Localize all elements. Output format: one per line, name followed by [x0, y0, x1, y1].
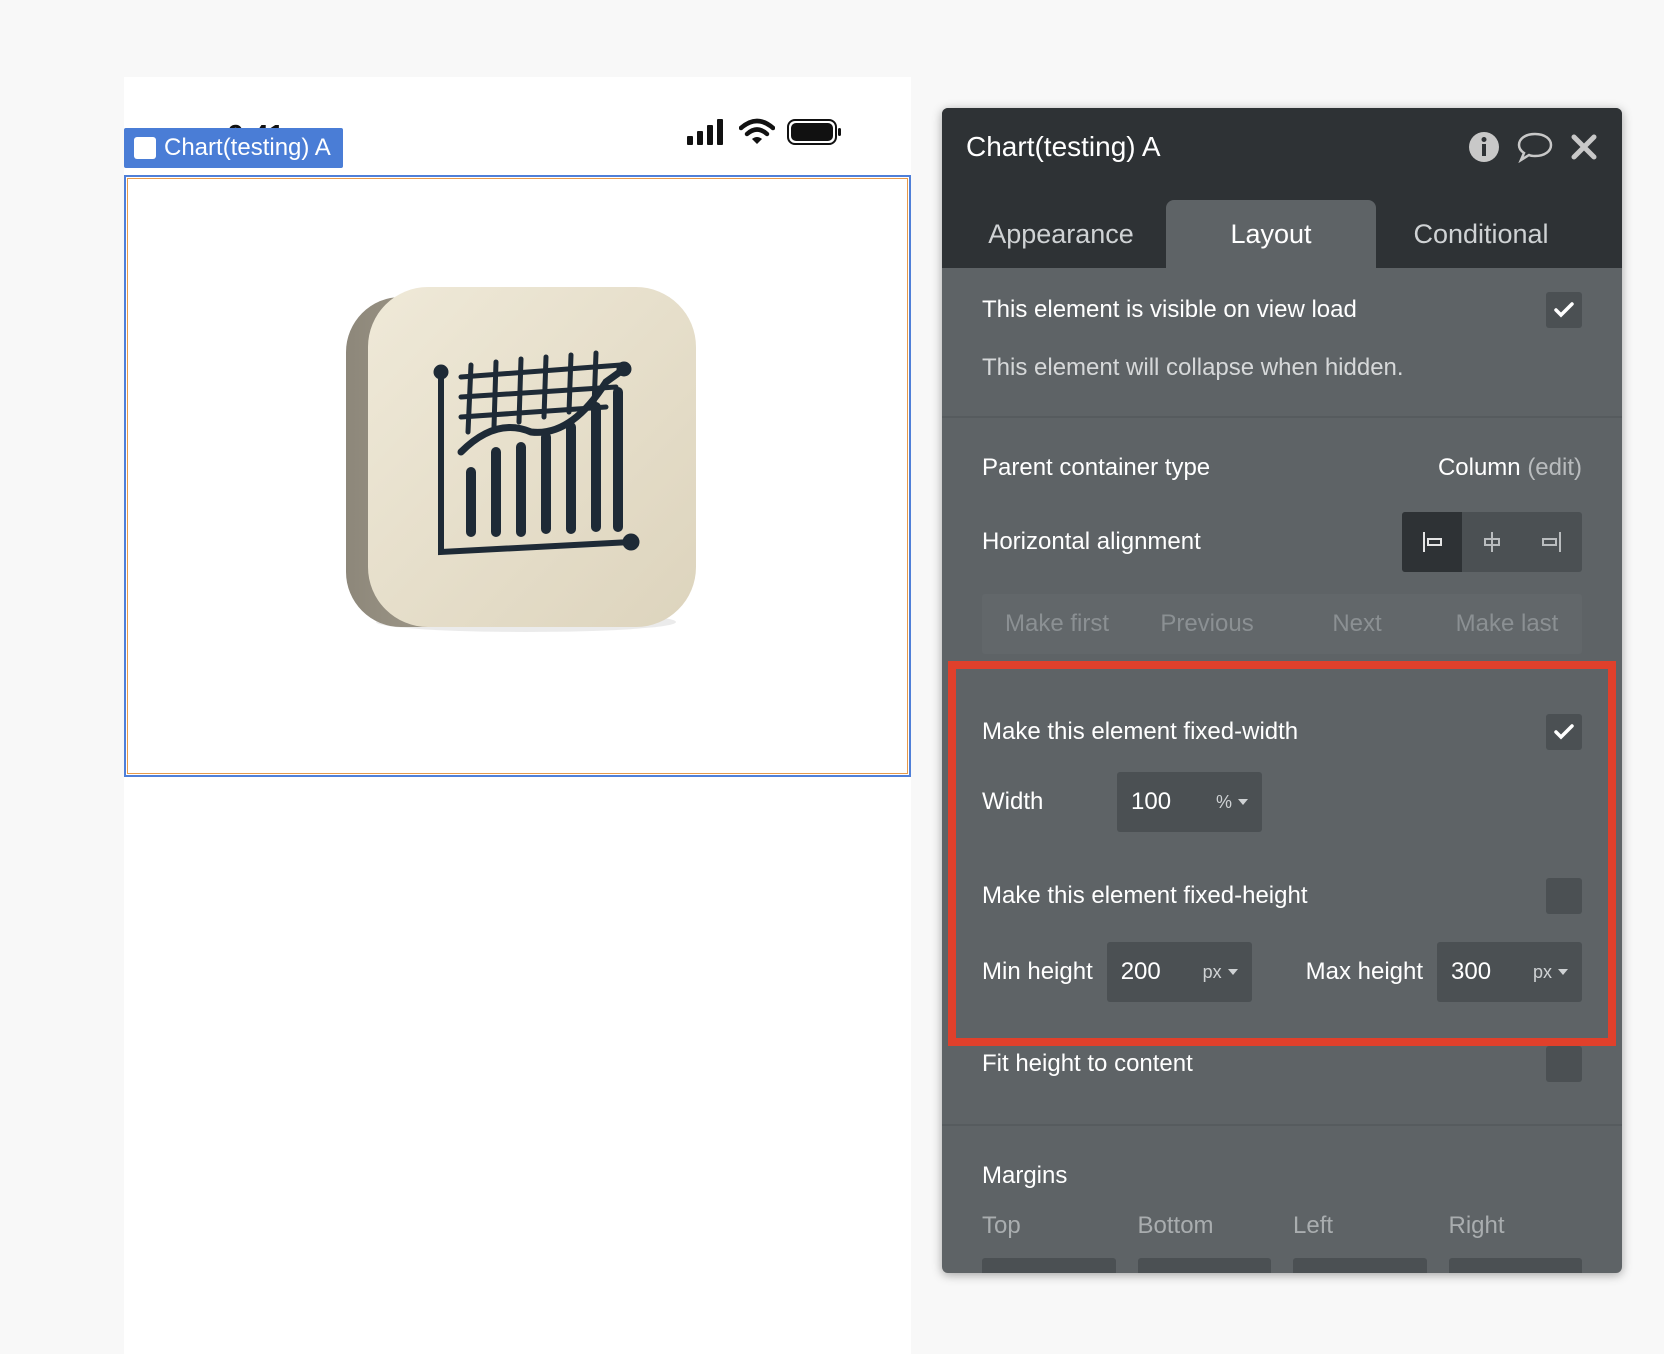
fixed-height-label: Make this element fixed-height	[982, 882, 1308, 909]
chevron-down-icon	[1238, 799, 1248, 805]
min-height-value: 200	[1120, 958, 1161, 985]
signal-icon	[687, 119, 723, 145]
margins-label: Margins	[982, 1162, 1068, 1189]
tab-appearance[interactable]: Appearance	[956, 200, 1166, 268]
width-unit: %	[1215, 791, 1232, 812]
info-icon[interactable]	[1468, 131, 1500, 163]
parent-container-type: Column	[1437, 454, 1521, 481]
fixed-width-checkbox[interactable]	[1546, 714, 1582, 750]
margin-top-label: Top	[982, 1212, 1021, 1239]
selected-element-name: Chart(testing) A	[164, 134, 331, 161]
align-right-button[interactable]	[1522, 512, 1582, 572]
panel-tabs: Appearance Layout Conditional	[942, 186, 1622, 268]
max-height-unit-select[interactable]: px	[1533, 962, 1568, 983]
selected-element-tag[interactable]: Chart(testing) A	[124, 128, 343, 168]
align-center-button[interactable]	[1462, 512, 1522, 572]
margin-left-input[interactable]: 0px	[1293, 1258, 1427, 1273]
chevron-down-icon	[1227, 969, 1238, 975]
property-editor-panel: Chart(testing) A Appearance Layout Condi…	[942, 108, 1622, 1273]
align-right-icon	[1542, 532, 1561, 552]
align-center-icon	[1484, 532, 1500, 552]
margin-right-label: Right	[1448, 1212, 1505, 1239]
margin-bottom-input[interactable]: 0px	[1137, 1258, 1271, 1273]
element-order-group: Make first Previous Next Make last	[982, 594, 1582, 654]
width-unit-select[interactable]: %	[1216, 792, 1248, 813]
min-height-unit: px	[1202, 961, 1222, 982]
panel-header: Chart(testing) A	[942, 108, 1622, 186]
chart-app-icon	[346, 287, 696, 632]
chart-element[interactable]	[124, 175, 911, 777]
margin-left-label: Left	[1293, 1212, 1334, 1239]
margin-top-input[interactable]: 0px	[982, 1258, 1116, 1273]
align-left-button[interactable]	[1402, 512, 1462, 572]
min-height-unit-select[interactable]: px	[1203, 962, 1238, 983]
margin-bottom-label: Bottom	[1137, 1212, 1214, 1239]
align-left-icon	[1423, 532, 1442, 552]
next-button[interactable]: Next	[1282, 594, 1432, 654]
battery-icon	[787, 119, 841, 145]
chevron-down-icon	[1558, 969, 1568, 975]
collapse-text: This element will collapse when hidden.	[982, 354, 1404, 381]
fit-height-checkbox[interactable]	[1546, 1046, 1582, 1082]
min-height-input[interactable]: 200 px	[1106, 942, 1252, 1002]
width-label: Width	[982, 788, 1044, 815]
width-value: 100	[1131, 788, 1172, 815]
checkmark-icon	[1554, 724, 1574, 740]
min-height-label: Min height	[982, 958, 1093, 985]
max-height-label: Max height	[1305, 958, 1424, 985]
make-first-button[interactable]: Make first	[982, 594, 1132, 654]
tab-layout[interactable]: Layout	[1166, 200, 1376, 268]
width-input[interactable]: 100 %	[1117, 772, 1262, 832]
max-height-input[interactable]: 300 px	[1437, 942, 1582, 1002]
panel-title: Chart(testing) A	[966, 131, 1161, 162]
wifi-icon	[739, 118, 775, 144]
tab-conditional[interactable]: Conditional	[1376, 200, 1586, 268]
parent-container-value: Column (edit)	[1438, 454, 1582, 482]
max-height-value: 300	[1451, 958, 1492, 985]
horizontal-alignment-group	[1402, 512, 1582, 572]
visible-on-load-label: This element is visible on view load	[982, 296, 1357, 323]
visible-on-load-checkbox[interactable]	[1546, 292, 1582, 328]
margin-right-input[interactable]: 0px	[1448, 1258, 1582, 1273]
comment-icon[interactable]	[1516, 131, 1554, 163]
max-height-unit: px	[1532, 961, 1552, 982]
parent-container-edit-link[interactable]: (edit)	[1527, 454, 1582, 481]
make-last-button[interactable]: Make last	[1432, 594, 1582, 654]
fixed-width-label: Make this element fixed-width	[982, 718, 1299, 745]
checkmark-icon	[1554, 302, 1574, 318]
close-icon[interactable]	[1570, 133, 1598, 161]
element-checkbox-icon	[134, 137, 156, 159]
previous-button[interactable]: Previous	[1132, 594, 1282, 654]
fit-height-label: Fit height to content	[982, 1050, 1193, 1077]
horizontal-alignment-label: Horizontal alignment	[982, 528, 1201, 555]
fixed-height-checkbox[interactable]	[1546, 878, 1582, 914]
status-icons	[687, 117, 843, 147]
parent-container-label: Parent container type	[982, 454, 1211, 481]
